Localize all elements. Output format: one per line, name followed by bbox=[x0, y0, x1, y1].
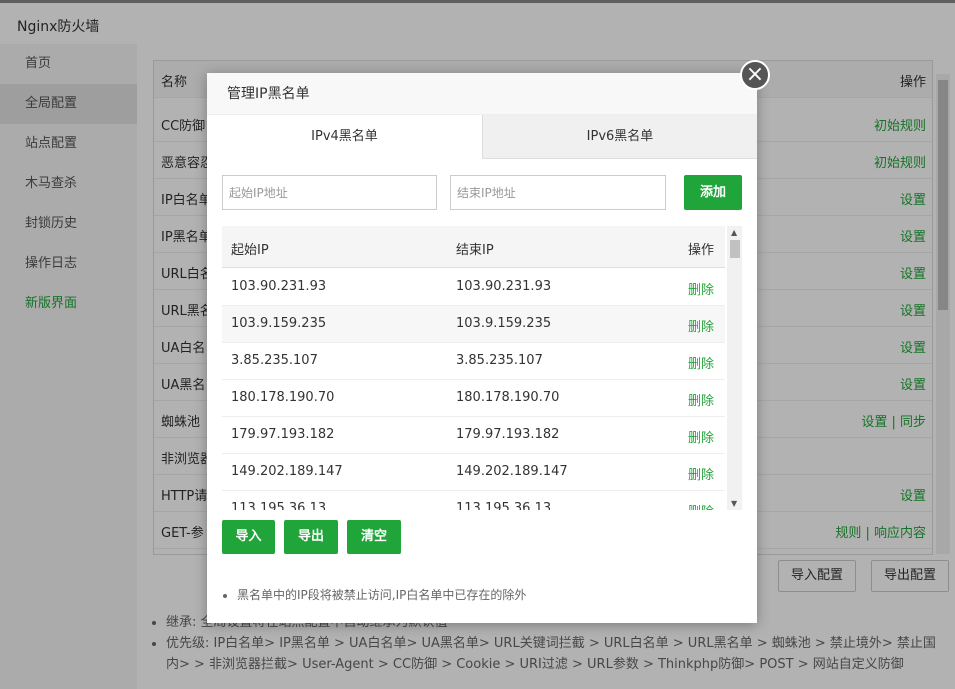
tab-ipv4-blacklist[interactable]: IPv4黑名单 bbox=[207, 115, 482, 159]
start-ip-cell: 180.178.190.70 bbox=[231, 390, 335, 405]
scroll-down-icon[interactable]: ▼ bbox=[731, 499, 737, 508]
ip-blacklist-modal: 管理IP黑名单 IPv4黑名单 IPv6黑名单 添加 起始IP 结束IP 操作 … bbox=[207, 73, 757, 623]
ip-table-scrollbar[interactable]: ▲ ▼ bbox=[727, 226, 742, 510]
modal-note: 黑名单中的IP段将被禁止访问,IP白名单中已存在的除外 bbox=[225, 586, 526, 603]
start-ip-cell: 103.9.159.235 bbox=[231, 316, 327, 331]
end-ip-cell: 113.195.36.13 bbox=[456, 501, 552, 510]
scrollbar-thumb[interactable] bbox=[730, 240, 740, 258]
header-end-ip: 结束IP bbox=[456, 243, 494, 258]
delete-link[interactable]: 删除 bbox=[688, 353, 714, 372]
end-ip-cell: 149.202.189.147 bbox=[456, 464, 568, 479]
header-op: 操作 bbox=[688, 243, 715, 258]
delete-link[interactable]: 删除 bbox=[688, 464, 714, 483]
export-button[interactable]: 导出 bbox=[284, 520, 338, 554]
delete-link[interactable]: 删除 bbox=[688, 390, 714, 409]
header-start-ip: 起始IP bbox=[231, 243, 269, 258]
modal-note-text: 黑名单中的IP段将被禁止访问,IP白名单中已存在的除外 bbox=[237, 586, 526, 603]
end-ip-cell: 179.97.193.182 bbox=[456, 427, 560, 442]
ip-table-header: 起始IP 结束IP 操作 bbox=[222, 226, 725, 268]
start-ip-input[interactable] bbox=[222, 175, 437, 210]
add-button[interactable]: 添加 bbox=[684, 175, 742, 210]
table-row: 180.178.190.70 180.178.190.70 删除 bbox=[222, 380, 725, 417]
ip-table: 起始IP 结束IP 操作 103.90.231.93 103.90.231.93… bbox=[222, 226, 742, 510]
modal-title: 管理IP黑名单 bbox=[207, 73, 757, 115]
clear-button[interactable]: 清空 bbox=[347, 520, 401, 554]
end-ip-cell: 103.9.159.235 bbox=[456, 316, 552, 331]
table-row: 103.90.231.93 103.90.231.93 删除 bbox=[222, 269, 725, 306]
delete-link[interactable]: 删除 bbox=[688, 427, 714, 446]
table-row: 179.97.193.182 179.97.193.182 删除 bbox=[222, 417, 725, 454]
end-ip-cell: 3.85.235.107 bbox=[456, 353, 543, 368]
delete-link[interactable]: 删除 bbox=[688, 316, 714, 335]
start-ip-cell: 103.90.231.93 bbox=[231, 279, 327, 294]
end-ip-cell: 180.178.190.70 bbox=[456, 390, 560, 405]
end-ip-input[interactable] bbox=[450, 175, 666, 210]
tab-ipv6-blacklist[interactable]: IPv6黑名单 bbox=[482, 115, 757, 159]
start-ip-cell: 179.97.193.182 bbox=[231, 427, 335, 442]
table-row: 149.202.189.147 149.202.189.147 删除 bbox=[222, 454, 725, 491]
start-ip-cell: 149.202.189.147 bbox=[231, 464, 343, 479]
table-row: 103.9.159.235 103.9.159.235 删除 bbox=[222, 306, 725, 343]
delete-link[interactable]: 删除 bbox=[688, 279, 714, 298]
table-row: 3.85.235.107 3.85.235.107 删除 bbox=[222, 343, 725, 380]
scroll-up-icon[interactable]: ▲ bbox=[731, 228, 737, 237]
delete-link[interactable]: 删除 bbox=[688, 501, 714, 510]
table-row: 113.195.36.13 113.195.36.13 删除 bbox=[222, 491, 725, 510]
start-ip-cell: 3.85.235.107 bbox=[231, 353, 318, 368]
close-icon[interactable]: × bbox=[740, 60, 770, 90]
import-button[interactable]: 导入 bbox=[222, 520, 275, 554]
tab-bar: IPv4黑名单 IPv6黑名单 bbox=[207, 115, 757, 159]
end-ip-cell: 103.90.231.93 bbox=[456, 279, 552, 294]
start-ip-cell: 113.195.36.13 bbox=[231, 501, 327, 510]
